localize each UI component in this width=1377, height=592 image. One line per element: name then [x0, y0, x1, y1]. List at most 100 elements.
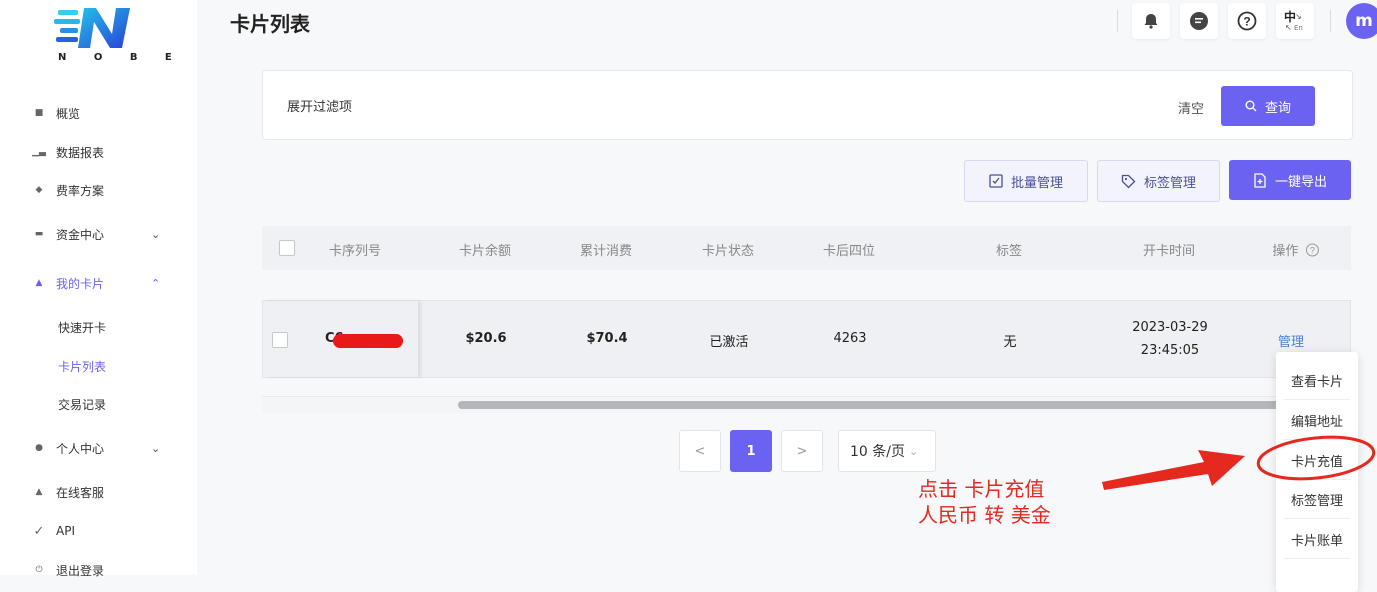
- support-icon: ▲: [35, 487, 43, 497]
- col-header-tag: 标签: [995, 244, 1023, 259]
- search-icon: [1245, 100, 1257, 112]
- col-header-serial: 卡序列号: [328, 244, 382, 259]
- plug-icon: ✓: [33, 523, 45, 539]
- query-button-label: 查询: [1264, 100, 1291, 116]
- manage-link[interactable]: 管理: [1278, 331, 1304, 350]
- sidebar-subitem-card-list[interactable]: 卡片列表: [58, 356, 106, 376]
- next-page-button[interactable]: >: [781, 430, 823, 472]
- user-icon: ●: [35, 443, 43, 453]
- col-header-actions: 操作 ?: [1272, 240, 1320, 259]
- arrow-right-icon: [1102, 450, 1245, 490]
- sidebar-item-profile[interactable]: ● 个人中心 ⌄: [0, 436, 197, 460]
- sidebar-item-my-cards[interactable]: ▲ 我的卡片 ⌃: [0, 271, 197, 295]
- home-icon: ■: [34, 108, 44, 118]
- query-button[interactable]: 查询: [1221, 86, 1315, 126]
- menu-item-card-recharge[interactable]: 卡片充值: [1276, 451, 1358, 470]
- power-icon: ⏻: [35, 565, 43, 575]
- sidebar-item-reports[interactable]: ▁▃ 数据报表: [0, 140, 197, 164]
- cell-status: 已激活: [709, 335, 749, 350]
- tag-icon: [1121, 174, 1136, 188]
- messages-button[interactable]: [1180, 3, 1218, 39]
- redaction-mark: [333, 334, 403, 348]
- cell-open-date: 2023-03-29: [1132, 320, 1208, 335]
- sidebar-item-rates[interactable]: ◆ 费率方案: [0, 178, 197, 202]
- menu-divider: [1284, 479, 1350, 480]
- export-file-icon: [1254, 172, 1266, 188]
- notification-button[interactable]: [1132, 3, 1170, 39]
- sidebar-item-label: 我的卡片: [56, 276, 105, 291]
- col-header-spent: 累计消费: [579, 244, 633, 259]
- scrollbar-thumb[interactable]: [458, 401, 1351, 409]
- page-size-value: 10 条/页: [850, 444, 905, 460]
- expand-filters-toggle[interactable]: 展开过滤项: [287, 96, 352, 115]
- chevron-down-icon: ⌄: [908, 444, 919, 458]
- arrow-icon: ↘: [1295, 12, 1302, 21]
- sidebar-item-support[interactable]: ▲ 在线客服: [0, 480, 197, 504]
- select-all-checkbox[interactable]: [279, 240, 295, 256]
- batch-icon: [989, 174, 1003, 188]
- menu-item-tag-manage[interactable]: 标签管理: [1276, 490, 1358, 509]
- language-switch-button[interactable]: 中 ↘ ↖ En: [1276, 3, 1314, 39]
- sidebar-item-label: 个人中心: [56, 441, 105, 456]
- sidebar-item-label: 数据报表: [56, 145, 105, 160]
- lang-en-label: En: [1294, 24, 1303, 32]
- fixed-column: C6: [263, 301, 418, 377]
- menu-item-edit-address[interactable]: 编辑地址: [1276, 411, 1358, 430]
- sidebar-subitem-quick-open[interactable]: 快速开卡: [58, 317, 106, 337]
- tag-manage-button[interactable]: 标签管理: [1097, 160, 1220, 202]
- batch-manage-button[interactable]: 批量管理: [964, 160, 1088, 202]
- sidebar-item-label: 概览: [56, 106, 81, 121]
- filter-panel: 展开过滤项 清空 查询: [262, 70, 1353, 140]
- menu-divider: [1284, 439, 1350, 440]
- sidebar-item-logout[interactable]: ⏻ 退出登录: [0, 558, 197, 582]
- cell-open-time: 23:45:05: [1140, 343, 1200, 358]
- horizontal-scrollbar[interactable]: [262, 396, 1351, 413]
- help-button[interactable]: ?: [1228, 3, 1266, 39]
- col-header-status: 卡片状态: [701, 244, 755, 259]
- logo-wordmark: N O B E: [58, 52, 184, 63]
- menu-divider: [1284, 399, 1350, 400]
- prev-page-button[interactable]: <: [679, 430, 721, 472]
- menu-divider: [1284, 558, 1350, 559]
- page-title: 卡片列表: [230, 12, 310, 36]
- sidebar: N O B E ■ 概览 ▁▃ 数据报表 ◆ 费率方案 ▬ 资金中心 ⌄ ▲ 我…: [0, 0, 197, 578]
- sidebar-item-funds[interactable]: ▬ 资金中心 ⌄: [0, 222, 197, 246]
- page-size-select[interactable]: 10 条/页 ⌄: [838, 430, 936, 472]
- header-divider: [1330, 10, 1331, 32]
- message-icon: [1190, 12, 1208, 30]
- batch-manage-label: 批量管理: [1010, 175, 1063, 191]
- sidebar-item-api[interactable]: ✓ API: [0, 519, 197, 543]
- cell-balance: $20.6: [465, 331, 507, 346]
- language-icon: 中 ↘ ↖ En: [1281, 8, 1309, 34]
- sidebar-item-overview[interactable]: ■ 概览: [0, 101, 197, 125]
- table-row: C6 $20.6 $70.4 已激活 4263 无 2023-03-29 23:…: [262, 300, 1351, 378]
- annotation-line-1: 点击 卡片充值: [918, 477, 1045, 501]
- help-icon[interactable]: ?: [1306, 243, 1320, 257]
- svg-text:?: ?: [1243, 15, 1250, 29]
- col-header-balance: 卡片余额: [458, 244, 512, 259]
- arrow-icon: ↖: [1285, 23, 1292, 32]
- export-label: 一键导出: [1274, 174, 1327, 190]
- table-header: 卡序列号 卡片余额 累计消费 卡片状态 卡后四位 标签 开卡时间 操作 ?: [262, 226, 1351, 270]
- avatar[interactable]: m: [1346, 3, 1377, 39]
- sidebar-subitem-transactions[interactable]: 交易记录: [58, 394, 106, 414]
- diamond-icon: ◆: [35, 185, 43, 195]
- export-button[interactable]: 一键导出: [1229, 160, 1351, 200]
- col-header-last4: 卡后四位: [822, 244, 876, 259]
- wallet-icon: ▬: [34, 229, 44, 239]
- col-header-actions-label: 操作: [1272, 244, 1299, 259]
- chart-icon: ▁▃: [32, 147, 46, 157]
- menu-item-card-statement[interactable]: 卡片账单: [1276, 530, 1358, 549]
- chevron-down-icon: ⌄: [151, 227, 161, 241]
- card-icon: ▲: [35, 278, 43, 288]
- row-checkbox[interactable]: [272, 332, 288, 348]
- sidebar-item-label: API: [56, 524, 75, 538]
- clear-button[interactable]: 清空: [1178, 98, 1204, 117]
- sidebar-item-label: 退出登录: [56, 563, 105, 578]
- menu-item-view-card[interactable]: 查看卡片: [1276, 371, 1358, 390]
- annotation-line-2: 人民币 转 美金: [918, 503, 1051, 527]
- page-1-button[interactable]: 1: [730, 430, 772, 472]
- col-header-open-time: 开卡时间: [1142, 244, 1196, 259]
- annotation-text: 点击 卡片充值 人民币 转 美金: [918, 476, 1051, 528]
- chevron-down-icon: ⌄: [151, 441, 161, 455]
